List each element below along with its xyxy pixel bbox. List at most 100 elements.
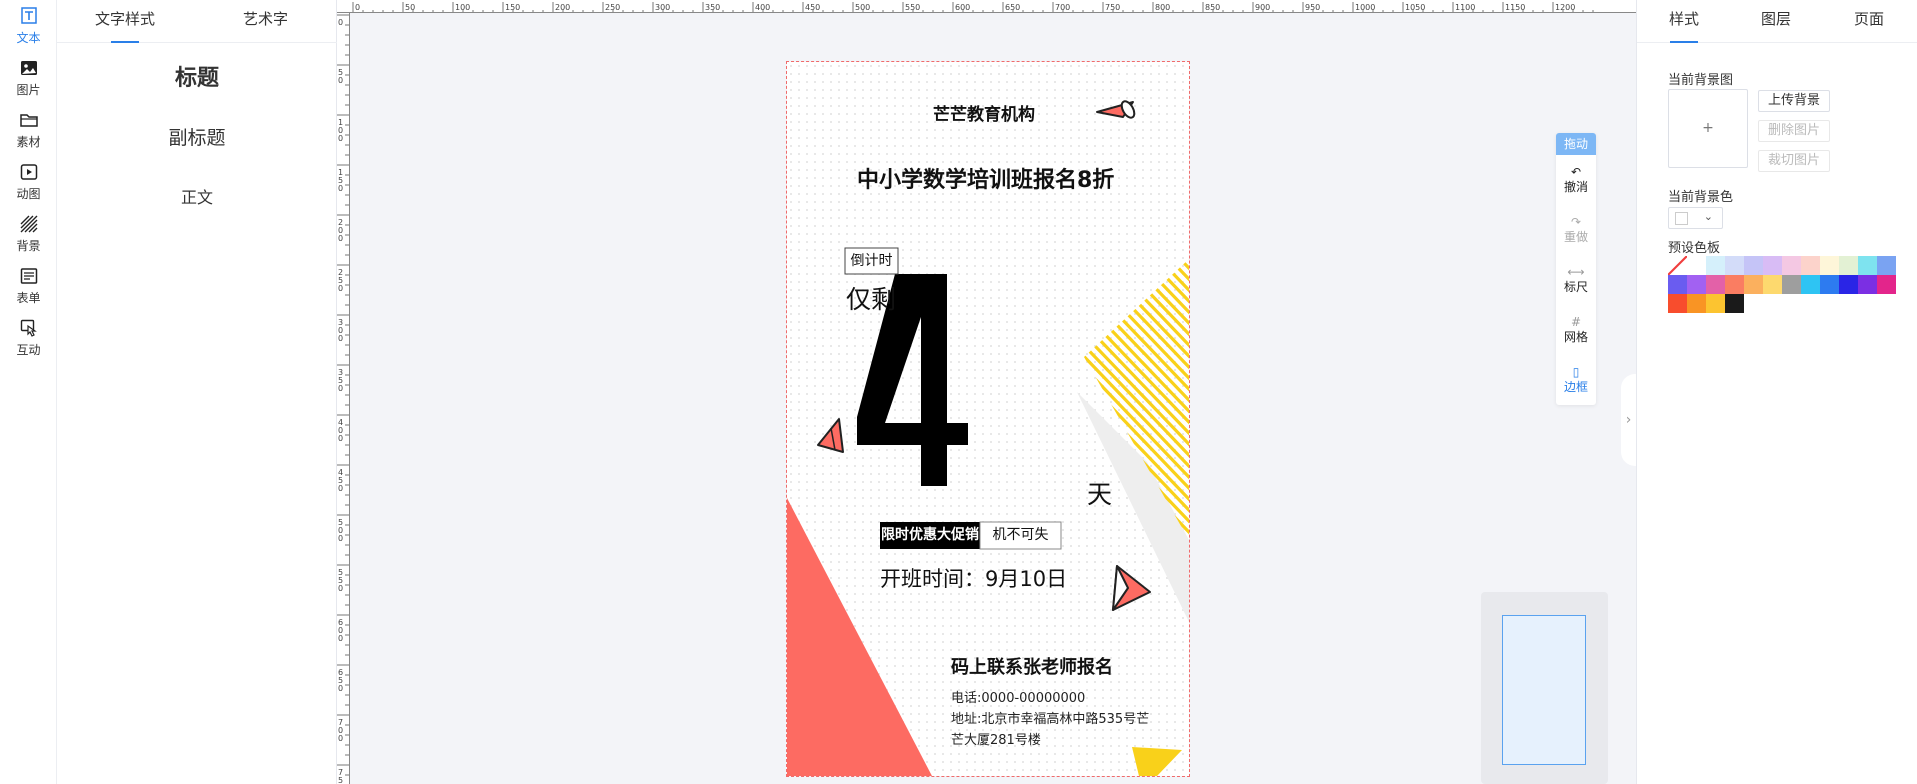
palette-color-swatch[interactable] [1668,294,1687,313]
poster-contact-title[interactable]: 码上联系张老师报名 [951,653,1113,679]
tab-page[interactable]: 页面 [1854,0,1884,43]
palette-color-swatch[interactable] [1687,294,1706,313]
ruler-label: 0 [338,334,343,343]
poster-start-time[interactable]: 开班时间：9月10日 [880,563,1067,593]
ruler-label: 1150 [1505,3,1525,12]
palette-color-swatch[interactable] [1877,275,1896,294]
palette-color-swatch[interactable] [1687,256,1706,275]
ruler-label: 0 [338,134,343,143]
poster-address-line1[interactable]: 地址:北京市幸福高林中路535号芒 [951,708,1149,727]
palette-label: 预设色板 [1668,241,1721,256]
ruler-label: 5 [338,776,343,784]
crop-image-button[interactable]: 裁切图片 [1758,150,1830,172]
undo-label: 撤消 [1563,180,1588,194]
palette-color-swatch[interactable] [1668,256,1687,275]
palette-color-swatch[interactable] [1763,256,1782,275]
palette-color-swatch[interactable] [1801,256,1820,275]
poster-countdown-tag[interactable]: 倒计时 [845,248,898,274]
palette-color-swatch[interactable] [1706,275,1725,294]
folder-icon [19,114,38,127]
poster-headline[interactable]: 中小学数学培训班报名8折 [857,162,1114,194]
sidebar-item-background[interactable]: 背景 [0,208,57,260]
sidebar-item-form[interactable]: 表单 [0,260,57,312]
right-properties-panel: 样式 图层 页面 当前背景图 + 上传背景 删除图片 裁切图片 当前背景色 ⌄ … [1636,0,1917,784]
ruler-label: 0 [338,534,343,543]
add-body-option[interactable]: 正文 [57,184,337,208]
canvas-area[interactable]: 0 50 100 150 200 250 300 350 400 450 500 550 600 650 7… [337,0,1636,784]
ruler-vertical: 0501001502002503003504004505005506006507… [337,13,350,784]
palette-color-swatch[interactable] [1782,256,1801,275]
sidebar-item-label: 互动 [16,343,41,357]
minimap[interactable] [1481,592,1608,784]
palette-color-swatch[interactable] [1706,294,1725,313]
palette-color-swatch[interactable] [1744,256,1763,275]
ruler-label: 0 [338,384,343,393]
palette-color-swatch[interactable] [1820,256,1839,275]
palette-color-swatch[interactable] [1725,294,1744,313]
palette-color-swatch[interactable] [1687,275,1706,294]
palette-color-swatch[interactable] [1839,275,1858,294]
sidebar-item-animation[interactable]: 动图 [0,156,57,208]
bg-color-select[interactable]: ⌄ [1668,207,1723,229]
undo-button[interactable]: ↶ 撤消 [1556,165,1596,195]
ruler-label: 1000 [1355,3,1375,12]
delete-image-button[interactable]: 删除图片 [1758,120,1830,142]
ruler-button[interactable]: ⟷ 标尺 [1556,265,1596,295]
palette-color-swatch[interactable] [1858,256,1877,275]
poster-promo-left[interactable]: 限时优惠大促销 [880,522,980,549]
ruler-label: 700 [1055,3,1070,12]
poster-org-name[interactable]: 芒芒教育机构 [933,100,1035,125]
poster-promo-right[interactable]: 机不可失 [980,522,1061,549]
palette-color-swatch[interactable] [1744,275,1763,294]
ruler-label: 50 [405,3,415,12]
poster-address-line2[interactable]: 芒大厦281号楼 [951,729,1041,748]
sidebar-item-interaction[interactable]: 互动 [0,312,57,364]
ruler-horizontal-scale: 0 50 100 150 200 250 300 350 400 450 500 550 600 650 7… [352,2,1594,12]
palette-color-swatch[interactable] [1782,275,1801,294]
palette-color-swatch[interactable] [1858,275,1877,294]
ruler-label: 450 [805,3,820,12]
poster-day-unit[interactable]: 天 [1087,475,1112,511]
palette-color-swatch[interactable] [1725,256,1744,275]
bg-image-upload[interactable]: + [1668,89,1748,168]
sidebar-item-image[interactable]: 图片 [0,52,57,104]
poster-page[interactable]: 芒芒教育机构 中小学数学培训班报名8折 倒计时 仅剩 4 天 限时优惠大促销 机… [786,61,1190,777]
toolbar-drag-handle[interactable]: 拖动 [1556,133,1596,155]
border-button[interactable]: ▯ 边框 [1556,365,1596,395]
undo-icon: ↶ [1570,165,1582,179]
add-subtitle-option[interactable]: 副标题 [57,123,337,150]
sidebar-item-label: 表单 [16,291,41,305]
ruler-label: 750 [1105,3,1120,12]
redo-button[interactable]: ↷ 重做 [1556,215,1596,245]
palette-color-swatch[interactable] [1668,275,1687,294]
palette-color-swatch[interactable] [1877,256,1896,275]
sidebar-item-label: 素材 [16,135,41,149]
minimap-viewport[interactable] [1502,615,1586,765]
ruler-icon: ⟷ [1567,265,1585,279]
collapse-panel-handle[interactable]: › [1621,374,1636,466]
add-title-option[interactable]: 标题 [57,60,337,92]
tab-text-style[interactable]: 文字样式 [95,0,155,43]
ruler-label: 350 [705,3,720,12]
palette-color-swatch[interactable] [1820,275,1839,294]
border-label: 边框 [1563,380,1588,394]
tab-style[interactable]: 样式 [1669,0,1699,43]
palette-color-swatch[interactable] [1763,275,1782,294]
bg-color-label: 当前背景色 [1668,190,1734,205]
interaction-icon [20,319,37,337]
tab-art-text[interactable]: 艺术字 [243,0,288,43]
sidebar-item-material[interactable]: 素材 [0,104,57,156]
ruler-label: 100 [455,3,470,12]
palette-color-swatch[interactable] [1706,256,1725,275]
upload-background-button[interactable]: 上传背景 [1758,90,1830,112]
tab-layers[interactable]: 图层 [1761,0,1791,43]
palette-color-swatch[interactable] [1725,275,1744,294]
sidebar-item-text[interactable]: 文本 [0,0,57,52]
text-icon [20,7,37,24]
palette-color-swatch[interactable] [1801,275,1820,294]
palette-color-swatch[interactable] [1839,256,1858,275]
grid-button[interactable]: # 网格 [1556,315,1596,345]
poster-phone[interactable]: 电话:0000-00000000 [951,687,1085,706]
ruler-label: 0 [338,484,343,493]
poster-remaining-text[interactable]: 仅剩 [846,280,896,316]
